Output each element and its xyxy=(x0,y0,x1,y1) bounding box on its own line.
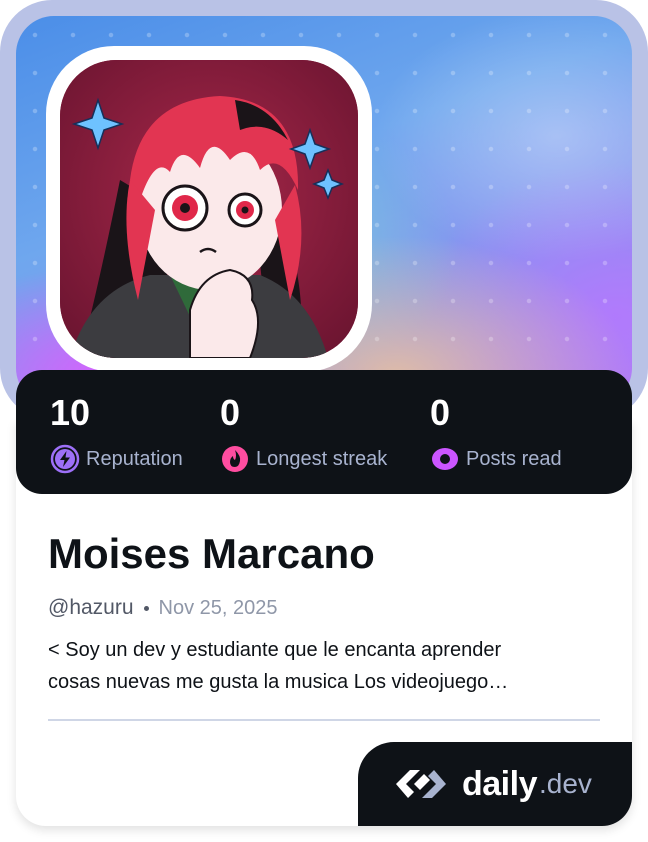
separator-dot xyxy=(143,605,149,611)
stat-value: 0 xyxy=(430,392,451,433)
stat-label: Longest streak xyxy=(256,447,388,470)
daily-dev-logo-icon xyxy=(396,770,446,798)
bio-line: cosas nuevas me gusta la musica Los vide… xyxy=(48,671,509,693)
profile-card: Moises Marcano @hazuru Nov 25, 2025 < So… xyxy=(0,0,648,842)
lightning-icon xyxy=(50,444,80,474)
brand-tld: .dev xyxy=(538,768,592,799)
stat-label: Reputation xyxy=(86,447,183,470)
avatar[interactable] xyxy=(60,60,358,358)
stats-bar: 10 Reputation 0 Longest streak 0 Posts r… xyxy=(16,370,632,494)
brand-name: daily xyxy=(462,764,537,803)
stat-value: 10 xyxy=(50,392,91,433)
profile-bio: < Soy un dev y estudiante que le encanta… xyxy=(48,634,588,698)
cover-image xyxy=(16,16,632,406)
bio-line: < Soy un dev y estudiante que le encanta… xyxy=(48,639,502,661)
flame-icon xyxy=(222,446,248,472)
profile-meta: @hazuru Nov 25, 2025 xyxy=(48,596,278,620)
brand-badge[interactable]: daily .dev xyxy=(358,742,632,826)
join-date: Nov 25, 2025 xyxy=(158,596,278,619)
stat-label-row: Posts read xyxy=(430,444,562,474)
profile-handle[interactable]: @hazuru xyxy=(48,596,134,620)
eye-icon xyxy=(432,448,458,470)
stat-label-row: Reputation xyxy=(50,444,183,474)
avatar-frame xyxy=(46,46,372,372)
profile-name: Moises Marcano xyxy=(48,530,375,577)
divider xyxy=(48,719,600,721)
stat-label-row: Longest streak xyxy=(220,444,387,474)
stat-value: 0 xyxy=(220,392,241,433)
stat-label: Posts read xyxy=(466,447,562,470)
avatar-illustration xyxy=(60,60,358,358)
